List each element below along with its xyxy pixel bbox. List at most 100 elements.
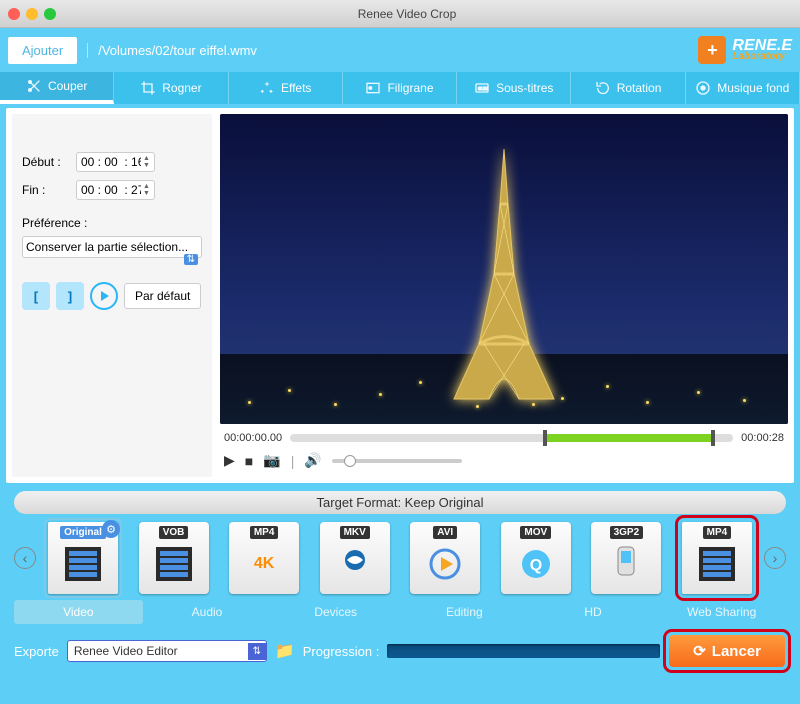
top-toolbar: Ajouter /Volumes/02/tour eiffel.wmv + RE… — [0, 28, 800, 72]
export-label: Exporte — [14, 644, 59, 659]
magic-icon — [259, 80, 275, 96]
cat-tab-editing[interactable]: Editing — [400, 600, 529, 624]
tab-musique-fond[interactable]: Musique fond — [686, 72, 800, 104]
add-button[interactable]: Ajouter — [8, 37, 77, 64]
end-time-value[interactable] — [81, 183, 141, 197]
start-time-value[interactable] — [81, 155, 141, 169]
chevron-updown-icon: ⇅ — [248, 643, 266, 660]
close-window-button[interactable] — [8, 8, 20, 20]
tab-rotation[interactable]: Rotation — [571, 72, 685, 104]
cat-tab-hd[interactable]: HD — [529, 600, 658, 624]
format-label: Original — [60, 526, 106, 539]
cat-tab-video[interactable]: Video — [14, 600, 143, 624]
end-time-spinner[interactable]: ▲▼ — [143, 183, 150, 197]
mark-out-button[interactable]: ] — [56, 282, 84, 310]
playback-controls: ▶ ■ 📷 | 🔊 — [220, 448, 788, 477]
launch-label: Lancer — [712, 643, 761, 660]
preview-play-button[interactable] — [90, 282, 118, 310]
brand-logo: + RENE.E Laboratory — [698, 36, 792, 64]
format-label: MOV — [520, 526, 551, 539]
format-label: MP4 — [250, 526, 279, 539]
file-path: /Volumes/02/tour eiffel.wmv — [87, 43, 698, 58]
crop-icon — [140, 80, 156, 96]
format-carousel: ‹ ⚙ Original VOB MP4 4K MKV AVI MOV Q 3G… — [0, 514, 800, 594]
tab-label: Effets — [281, 81, 311, 95]
mark-in-button[interactable]: [ — [22, 282, 50, 310]
format-label: VOB — [159, 526, 189, 539]
play-button[interactable]: ▶ — [224, 452, 235, 469]
preference-select[interactable]: Conserver la partie sélection... ⇅ — [22, 236, 202, 258]
preference-label: Préférence : — [22, 216, 202, 230]
bottom-bar: Exporte Renee Video Editor ⇅ 📁 Progressi… — [0, 624, 800, 678]
chevron-updown-icon: ⇅ — [184, 254, 198, 265]
cat-tab-devices[interactable]: Devices — [271, 600, 400, 624]
format-label: MKV — [340, 526, 370, 539]
timeline-handle-end[interactable] — [711, 430, 715, 446]
brand-subtitle: Laboratory — [732, 53, 792, 62]
export-destination-select[interactable]: Renee Video Editor ⇅ — [67, 640, 267, 662]
cat-tab-audio[interactable]: Audio — [143, 600, 272, 624]
timeline: 00:00:00.00 00:00:28 — [220, 424, 788, 448]
tab-label: Sous-titres — [496, 81, 553, 95]
format-mkv[interactable]: MKV — [320, 522, 390, 594]
feature-tabs: Couper Rogner Effets Filigrane SUB Sous-… — [0, 72, 800, 104]
cut-sidebar: Début : ▲▼ Fin : ▲▼ Préférence : Conserv… — [12, 114, 212, 477]
tab-label: Couper — [48, 79, 87, 93]
tab-label: Rotation — [617, 81, 662, 95]
launch-button[interactable]: ⟳ Lancer — [669, 635, 785, 667]
tab-couper[interactable]: Couper — [0, 72, 114, 104]
format-category-tabs: Video Audio Devices Editing HD Web Shari… — [14, 600, 786, 624]
format-mp4[interactable]: MP4 — [682, 522, 752, 594]
eiffel-tower-illustration — [434, 144, 574, 404]
rotate-icon — [595, 80, 611, 96]
brand-plus-icon: + — [698, 36, 726, 64]
volume-slider[interactable] — [332, 459, 462, 463]
tab-sous-titres[interactable]: SUB Sous-titres — [457, 72, 571, 104]
tab-rogner[interactable]: Rogner — [114, 72, 228, 104]
format-original[interactable]: ⚙ Original — [48, 522, 118, 594]
snapshot-button[interactable]: 📷 — [263, 452, 280, 469]
target-format-label: Target Format: Keep Original — [14, 491, 786, 514]
format-label: MP4 — [703, 526, 732, 539]
window-titlebar: Renee Video Crop — [0, 0, 800, 28]
end-time-input[interactable]: ▲▼ — [76, 180, 155, 200]
format-label: 3GP2 — [610, 526, 644, 539]
svg-text:Q: Q — [530, 557, 542, 574]
format-mov[interactable]: MOV Q — [501, 522, 571, 594]
progress-label: Progression : — [303, 644, 380, 659]
stop-button[interactable]: ■ — [245, 453, 253, 469]
music-icon — [695, 80, 711, 96]
timeline-start: 00:00:00.00 — [224, 432, 282, 444]
workspace: Début : ▲▼ Fin : ▲▼ Préférence : Conserv… — [6, 108, 794, 483]
svg-text:SUB: SUB — [478, 86, 488, 91]
video-preview[interactable] — [220, 114, 788, 424]
subtitle-icon: SUB — [474, 80, 490, 96]
end-label: Fin : — [22, 183, 70, 197]
tab-filigrane[interactable]: Filigrane — [343, 72, 457, 104]
timeline-handle-start[interactable] — [543, 430, 547, 446]
folder-icon[interactable]: 📁 — [275, 641, 295, 661]
window-title: Renee Video Crop — [22, 7, 792, 21]
tab-label: Rogner — [162, 81, 201, 95]
tab-effets[interactable]: Effets — [229, 72, 343, 104]
start-time-spinner[interactable]: ▲▼ — [143, 155, 150, 169]
format-vob[interactable]: VOB — [139, 522, 209, 594]
formats-prev-button[interactable]: ‹ — [14, 547, 36, 569]
format-3gp2[interactable]: 3GP2 — [591, 522, 661, 594]
format-avi[interactable]: AVI — [410, 522, 480, 594]
formats-next-button[interactable]: › — [764, 547, 786, 569]
format-mp4-4k[interactable]: MP4 4K — [229, 522, 299, 594]
volume-icon[interactable]: 🔊 — [304, 452, 321, 469]
tab-label: Musique fond — [717, 81, 789, 95]
cat-tab-web-sharing[interactable]: Web Sharing — [657, 600, 786, 624]
progress-bar — [387, 644, 660, 658]
refresh-icon: ⟳ — [693, 642, 706, 660]
format-label: AVI — [433, 526, 457, 539]
timeline-end: 00:00:28 — [741, 432, 784, 444]
preview-panel: 00:00:00.00 00:00:28 ▶ ■ 📷 | 🔊 — [220, 114, 788, 477]
tab-label: Filigrane — [387, 81, 433, 95]
start-time-input[interactable]: ▲▼ — [76, 152, 155, 172]
timeline-track[interactable] — [290, 434, 733, 442]
export-destination-value: Renee Video Editor — [68, 641, 248, 661]
default-button[interactable]: Par défaut — [124, 283, 201, 309]
